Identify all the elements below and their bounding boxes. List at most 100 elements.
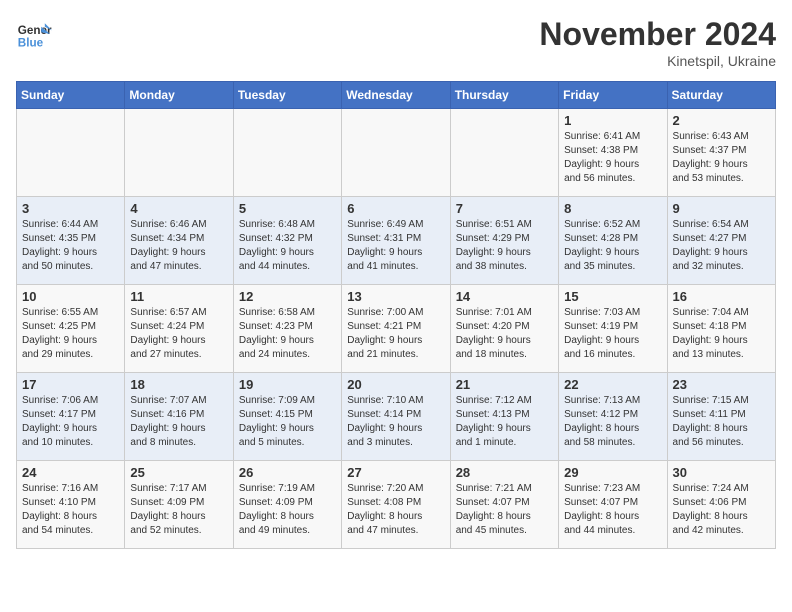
day-info: Sunrise: 6:51 AM Sunset: 4:29 PM Dayligh… — [456, 218, 553, 274]
day-info: Sunrise: 7:15 AM Sunset: 4:11 PM Dayligh… — [673, 394, 770, 450]
header-cell-monday: Monday — [125, 82, 233, 109]
day-cell: 19 Sunrise: 7:09 AM Sunset: 4:15 PM Dayli… — [233, 373, 341, 461]
day-number: 9 — [673, 201, 770, 216]
day-info: Sunrise: 7:06 AM Sunset: 4:17 PM Dayligh… — [22, 394, 119, 450]
day-info: Sunrise: 6:57 AM Sunset: 4:24 PM Dayligh… — [130, 306, 227, 362]
day-info: Sunrise: 6:58 AM Sunset: 4:23 PM Dayligh… — [239, 306, 336, 362]
day-cell: 23 Sunrise: 7:15 AM Sunset: 4:11 PM Dayli… — [667, 373, 775, 461]
day-number: 15 — [564, 289, 661, 304]
logo-icon: General Blue — [16, 16, 52, 52]
week-row-1: 1 Sunrise: 6:41 AM Sunset: 4:38 PM Daylig… — [17, 109, 776, 197]
day-number: 5 — [239, 201, 336, 216]
day-number: 12 — [239, 289, 336, 304]
header-cell-friday: Friday — [559, 82, 667, 109]
day-cell: 2 Sunrise: 6:43 AM Sunset: 4:37 PM Daylig… — [667, 109, 775, 197]
day-number: 11 — [130, 289, 227, 304]
day-cell: 12 Sunrise: 6:58 AM Sunset: 4:23 PM Dayli… — [233, 285, 341, 373]
day-info: Sunrise: 7:23 AM Sunset: 4:07 PM Dayligh… — [564, 482, 661, 538]
day-number: 4 — [130, 201, 227, 216]
day-info: Sunrise: 6:55 AM Sunset: 4:25 PM Dayligh… — [22, 306, 119, 362]
calendar-header-row: SundayMondayTuesdayWednesdayThursdayFrid… — [17, 82, 776, 109]
day-info: Sunrise: 7:03 AM Sunset: 4:19 PM Dayligh… — [564, 306, 661, 362]
day-number: 19 — [239, 377, 336, 392]
day-number: 8 — [564, 201, 661, 216]
day-info: Sunrise: 7:24 AM Sunset: 4:06 PM Dayligh… — [673, 482, 770, 538]
day-cell: 29 Sunrise: 7:23 AM Sunset: 4:07 PM Dayli… — [559, 461, 667, 549]
day-cell: 8Sunrise: 6:52 AM Sunset: 4:28 PM Daylig… — [559, 197, 667, 285]
day-number: 22 — [564, 377, 661, 392]
day-number: 1 — [564, 113, 661, 128]
day-number: 21 — [456, 377, 553, 392]
day-cell: 4 Sunrise: 6:46 AM Sunset: 4:34 PM Daylig… — [125, 197, 233, 285]
day-cell: 13 Sunrise: 7:00 AM Sunset: 4:21 PM Dayli… — [342, 285, 450, 373]
day-info: Sunrise: 6:49 AM Sunset: 4:31 PM Dayligh… — [347, 218, 444, 274]
svg-text:Blue: Blue — [18, 37, 44, 50]
header-cell-sunday: Sunday — [17, 82, 125, 109]
day-cell: 3 Sunrise: 6:44 AM Sunset: 4:35 PM Daylig… — [17, 197, 125, 285]
day-info: Sunrise: 7:13 AM Sunset: 4:12 PM Dayligh… — [564, 394, 661, 450]
day-info: Sunrise: 7:09 AM Sunset: 4:15 PM Dayligh… — [239, 394, 336, 450]
day-number: 16 — [673, 289, 770, 304]
day-info: Sunrise: 6:41 AM Sunset: 4:38 PM Dayligh… — [564, 130, 661, 186]
day-cell: 15 Sunrise: 7:03 AM Sunset: 4:19 PM Dayli… — [559, 285, 667, 373]
day-info: Sunrise: 6:54 AM Sunset: 4:27 PM Dayligh… — [673, 218, 770, 274]
day-info: Sunrise: 6:44 AM Sunset: 4:35 PM Dayligh… — [22, 218, 119, 274]
week-row-4: 17 Sunrise: 7:06 AM Sunset: 4:17 PM Dayli… — [17, 373, 776, 461]
location-subtitle: Kinetspil, Ukraine — [539, 53, 776, 69]
day-number: 27 — [347, 465, 444, 480]
day-number: 23 — [673, 377, 770, 392]
day-cell: 25Sunrise: 7:17 AM Sunset: 4:09 PM Dayli… — [125, 461, 233, 549]
day-info: Sunrise: 6:43 AM Sunset: 4:37 PM Dayligh… — [673, 130, 770, 186]
day-info: Sunrise: 7:20 AM Sunset: 4:08 PM Dayligh… — [347, 482, 444, 538]
day-info: Sunrise: 7:00 AM Sunset: 4:21 PM Dayligh… — [347, 306, 444, 362]
title-area: November 2024 Kinetspil, Ukraine — [539, 16, 776, 69]
header-cell-wednesday: Wednesday — [342, 82, 450, 109]
day-number: 10 — [22, 289, 119, 304]
day-cell: 20Sunrise: 7:10 AM Sunset: 4:14 PM Dayli… — [342, 373, 450, 461]
day-info: Sunrise: 7:21 AM Sunset: 4:07 PM Dayligh… — [456, 482, 553, 538]
header: General Blue November 2024 Kinetspil, Uk… — [16, 16, 776, 69]
day-cell: 27 Sunrise: 7:20 AM Sunset: 4:08 PM Dayli… — [342, 461, 450, 549]
day-cell: 10 Sunrise: 6:55 AM Sunset: 4:25 PM Dayli… — [17, 285, 125, 373]
day-info: Sunrise: 7:01 AM Sunset: 4:20 PM Dayligh… — [456, 306, 553, 362]
header-cell-tuesday: Tuesday — [233, 82, 341, 109]
day-cell: 14 Sunrise: 7:01 AM Sunset: 4:20 PM Dayli… — [450, 285, 558, 373]
day-number: 29 — [564, 465, 661, 480]
day-cell: 5 Sunrise: 6:48 AM Sunset: 4:32 PM Daylig… — [233, 197, 341, 285]
header-cell-saturday: Saturday — [667, 82, 775, 109]
day-number: 7 — [456, 201, 553, 216]
day-cell: 6 Sunrise: 6:49 AM Sunset: 4:31 PM Daylig… — [342, 197, 450, 285]
day-number: 6 — [347, 201, 444, 216]
day-number: 13 — [347, 289, 444, 304]
day-number: 18 — [130, 377, 227, 392]
day-info: Sunrise: 7:19 AM Sunset: 4:09 PM Dayligh… — [239, 482, 336, 538]
day-cell: 22 Sunrise: 7:13 AM Sunset: 4:12 PM Dayli… — [559, 373, 667, 461]
day-cell: 28 Sunrise: 7:21 AM Sunset: 4:07 PM Dayli… — [450, 461, 558, 549]
day-cell: 26Sunrise: 7:19 AM Sunset: 4:09 PM Dayli… — [233, 461, 341, 549]
day-number: 3 — [22, 201, 119, 216]
day-info: Sunrise: 7:17 AM Sunset: 4:09 PM Dayligh… — [130, 482, 227, 538]
day-number: 2 — [673, 113, 770, 128]
day-cell: 18 Sunrise: 7:07 AM Sunset: 4:16 PM Dayli… — [125, 373, 233, 461]
month-year-title: November 2024 — [539, 16, 776, 53]
day-cell: 16Sunrise: 7:04 AM Sunset: 4:18 PM Dayli… — [667, 285, 775, 373]
calendar-table: SundayMondayTuesdayWednesdayThursdayFrid… — [16, 81, 776, 549]
day-number: 17 — [22, 377, 119, 392]
week-row-5: 24 Sunrise: 7:16 AM Sunset: 4:10 PM Dayli… — [17, 461, 776, 549]
day-cell: 17 Sunrise: 7:06 AM Sunset: 4:17 PM Dayli… — [17, 373, 125, 461]
day-info: Sunrise: 6:48 AM Sunset: 4:32 PM Dayligh… — [239, 218, 336, 274]
day-number: 14 — [456, 289, 553, 304]
logo: General Blue — [16, 16, 52, 52]
day-cell: 24 Sunrise: 7:16 AM Sunset: 4:10 PM Dayli… — [17, 461, 125, 549]
day-info: Sunrise: 7:10 AM Sunset: 4:14 PM Dayligh… — [347, 394, 444, 450]
day-cell: 1 Sunrise: 6:41 AM Sunset: 4:38 PM Daylig… — [559, 109, 667, 197]
header-cell-thursday: Thursday — [450, 82, 558, 109]
day-info: Sunrise: 7:16 AM Sunset: 4:10 PM Dayligh… — [22, 482, 119, 538]
day-info: Sunrise: 7:07 AM Sunset: 4:16 PM Dayligh… — [130, 394, 227, 450]
day-number: 30 — [673, 465, 770, 480]
day-info: Sunrise: 6:46 AM Sunset: 4:34 PM Dayligh… — [130, 218, 227, 274]
week-row-2: 3 Sunrise: 6:44 AM Sunset: 4:35 PM Daylig… — [17, 197, 776, 285]
day-number: 24 — [22, 465, 119, 480]
day-number: 28 — [456, 465, 553, 480]
calendar-body: 1 Sunrise: 6:41 AM Sunset: 4:38 PM Daylig… — [17, 109, 776, 549]
